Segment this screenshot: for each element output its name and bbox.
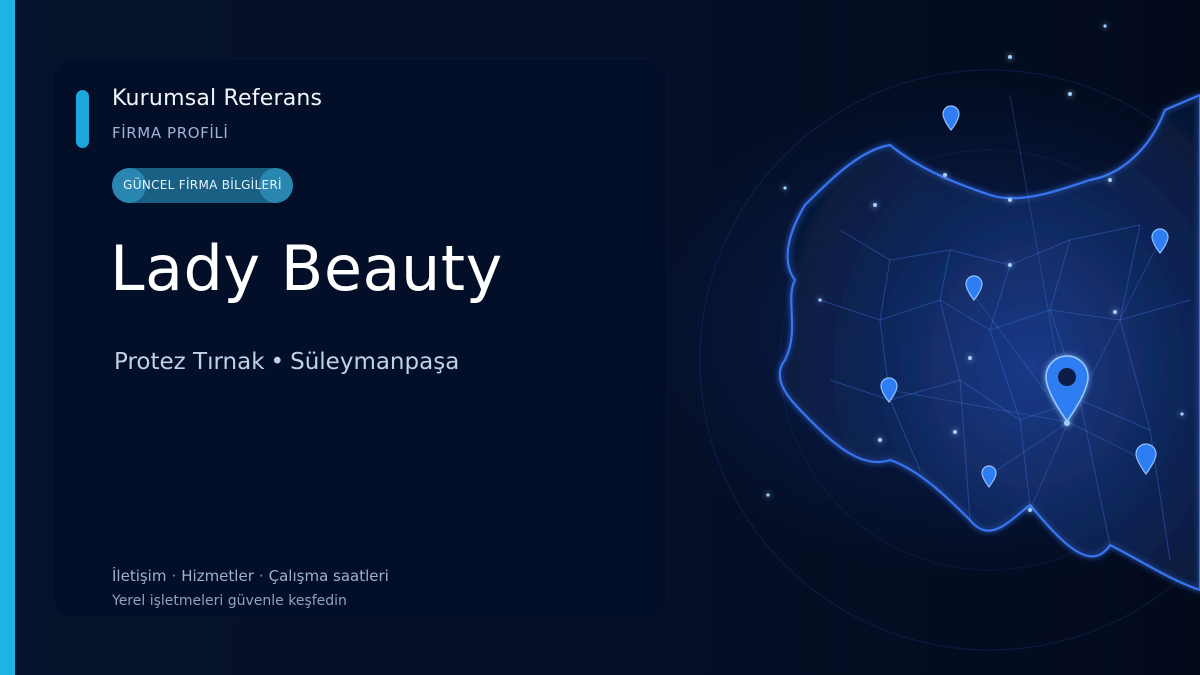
badge-label: GÜNCEL FİRMA BİLGİLERİ — [123, 178, 282, 192]
link-separator: · — [171, 567, 177, 585]
accent-stripe — [0, 0, 15, 675]
business-category-location: Protez Tırnak • Süleymanpaşa — [114, 349, 459, 375]
link-working-hours[interactable]: Çalışma saatleri — [269, 567, 389, 585]
link-services[interactable]: Hizmetler — [181, 567, 254, 585]
business-name: Lady Beauty — [110, 232, 503, 305]
profile-card — [52, 58, 668, 618]
section-subtitle: FİRMA PROFİLİ — [112, 124, 229, 142]
accent-bar — [76, 90, 89, 148]
business-category: Protez Tırnak — [114, 349, 265, 375]
business-location: Süleymanpaşa — [290, 349, 460, 375]
link-separator: · — [258, 567, 264, 585]
status-badge: GÜNCEL FİRMA BİLGİLERİ — [112, 168, 293, 203]
land-mass — [778, 93, 1200, 592]
separator: • — [270, 349, 285, 375]
link-contact[interactable]: İletişim — [112, 567, 166, 585]
section-title: Kurumsal Referans — [112, 86, 323, 111]
footer-tagline: Yerel işletmeleri güvenle keşfedin — [112, 593, 347, 609]
footer-links: İletişim · Hizmetler · Çalışma saatleri — [112, 567, 389, 585]
turkey-map-illustration — [699, 24, 1200, 651]
